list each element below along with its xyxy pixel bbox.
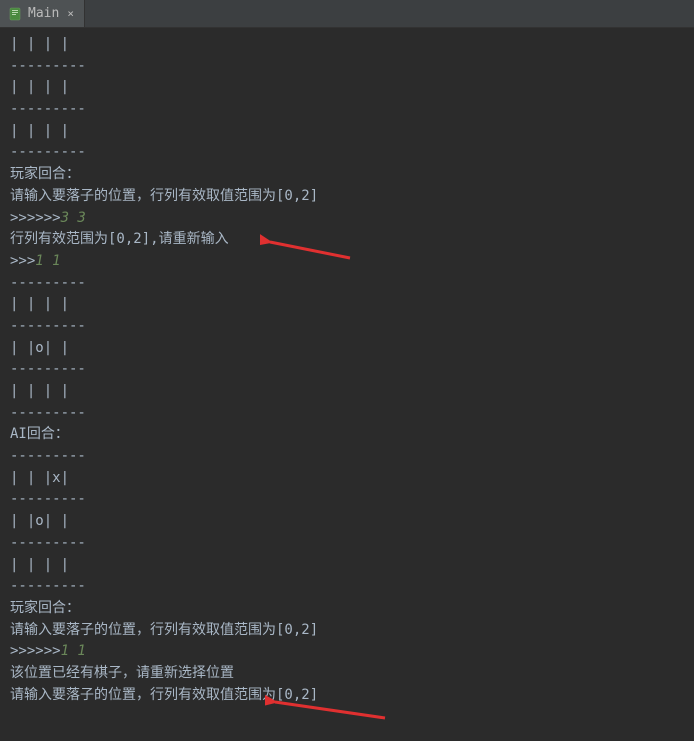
console-line: --------- [10, 489, 684, 511]
console-line: --------- [10, 533, 684, 555]
tab-label: Main [28, 6, 59, 21]
console-line: AI回合： [10, 424, 684, 446]
file-icon [8, 7, 22, 21]
console-line: | | | | [10, 294, 684, 316]
console-line: 请输入要落子的位置，行列有效取值范围为[0,2] [10, 186, 684, 208]
tab-bar: Main × [0, 0, 694, 28]
console-line: | | | | [10, 34, 684, 56]
console-line: --------- [10, 403, 684, 425]
console-line: 该位置已经有棋子，请重新选择位置 [10, 663, 684, 685]
console-line: >>>>>>1 1 [10, 641, 684, 663]
console-line: | |o| | [10, 338, 684, 360]
console-line: --------- [10, 142, 684, 164]
console-output: | | | |---------| | | |---------| | | |-… [0, 28, 694, 712]
console-line: | |o| | [10, 511, 684, 533]
user-input: 1 1 [35, 253, 60, 269]
console-line: 玩家回合： [10, 598, 684, 620]
user-input: 3 3 [61, 210, 86, 226]
console-line: --------- [10, 359, 684, 381]
console-line: | | | | [10, 121, 684, 143]
console-line: --------- [10, 446, 684, 468]
console-line: | | | | [10, 77, 684, 99]
console-line: --------- [10, 316, 684, 338]
console-line: --------- [10, 99, 684, 121]
console-line: | | | | [10, 381, 684, 403]
console-line: --------- [10, 273, 684, 295]
console-line: | | |x| [10, 468, 684, 490]
console-line: 请输入要落子的位置，行列有效取值范围为[0,2] [10, 685, 684, 707]
console-line: 玩家回合： [10, 164, 684, 186]
console-line: >>>>>>3 3 [10, 208, 684, 230]
console-line: --------- [10, 576, 684, 598]
console-line: 请输入要落子的位置，行列有效取值范围为[0,2] [10, 620, 684, 642]
console-line: >>>1 1 [10, 251, 684, 273]
user-input: 1 1 [61, 643, 86, 659]
close-icon[interactable]: × [65, 7, 76, 20]
console-line: --------- [10, 56, 684, 78]
console-line: 行列有效范围为[0,2],请重新输入 [10, 229, 684, 251]
tab-main[interactable]: Main × [0, 0, 85, 27]
console-line: | | | | [10, 555, 684, 577]
